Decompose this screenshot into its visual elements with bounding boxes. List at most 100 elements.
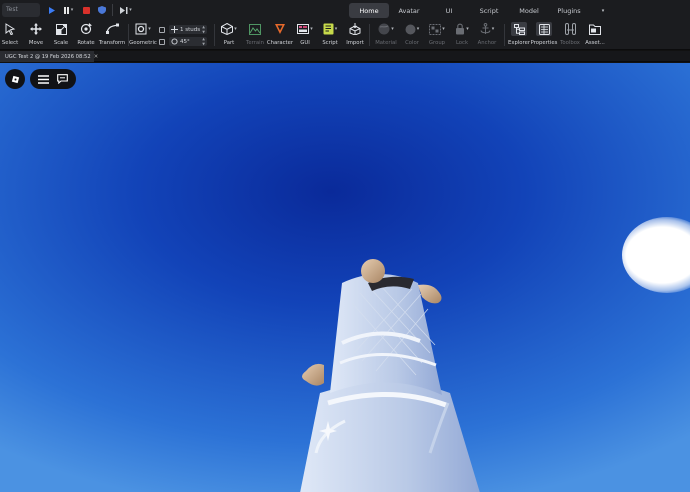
document-tab-title: UGC Test 2 @ 19 Feb 2026 08:52 — [5, 53, 91, 60]
ribbon-toolbar: Select Move Scale Rotate Transform ▾ Geo… — [0, 20, 690, 50]
script-label: Script — [322, 40, 338, 46]
move-arrows-icon — [30, 23, 42, 35]
lock-label: Lock — [455, 40, 469, 46]
roblox-menu-button[interactable] — [5, 69, 25, 89]
asset-folder-icon — [589, 24, 601, 35]
snap-move-value: 1 studs — [180, 26, 201, 33]
tabs-overflow-chevron-icon[interactable]: ▾ — [589, 3, 617, 18]
stop-button[interactable] — [82, 5, 91, 15]
client-server-button[interactable] — [97, 5, 106, 15]
shield-icon — [97, 6, 106, 14]
tab-script[interactable]: Script — [469, 3, 509, 18]
lock-tool[interactable]: ▾ Lock — [452, 22, 472, 46]
tab-plugins[interactable]: Plugins — [549, 3, 589, 18]
step-forward-icon — [120, 6, 128, 14]
explorer-tree-icon — [513, 23, 525, 35]
import-tool[interactable]: Import — [346, 22, 364, 46]
transform-label: Transform — [98, 40, 126, 46]
close-icon[interactable]: ✕ — [94, 54, 99, 60]
chevron-down-icon: ▾ — [466, 26, 469, 32]
chevron-down-icon: ▾ — [234, 26, 237, 32]
search-input[interactable]: Test — [2, 3, 40, 17]
anchor-icon — [480, 23, 491, 34]
transform-tool[interactable]: Transform — [99, 22, 125, 46]
sun — [622, 217, 690, 293]
avatar-character[interactable] — [290, 253, 490, 492]
terrain-tool[interactable]: Terrain — [245, 22, 265, 46]
stepper-arrows-icon[interactable]: ▲ ▼ — [202, 25, 205, 34]
gui-tool[interactable]: ▾ GUI — [295, 22, 315, 46]
move-label: Move — [28, 40, 44, 46]
move-tool[interactable]: Move — [28, 22, 44, 46]
scale-label: Scale — [53, 40, 69, 46]
snap-move-field[interactable]: 1 studs ▲ ▼ — [169, 25, 207, 34]
material-sphere-icon — [378, 23, 390, 35]
menu-bar: Test ▾ ▾ Home Avatar UI Script Model Plu… — [0, 0, 690, 20]
document-tab[interactable]: UGC Test 2 @ 19 Feb 2026 08:52 ✕ — [0, 51, 98, 62]
step-button[interactable]: ▾ — [118, 5, 134, 15]
rotate-tool[interactable]: Rotate — [77, 22, 95, 46]
script-icon — [323, 23, 334, 35]
pause-icon — [63, 6, 69, 14]
scale-icon — [55, 23, 67, 35]
material-label: Material — [375, 40, 397, 46]
snap-rotate-checkbox[interactable] — [159, 38, 165, 45]
tab-ui[interactable]: UI — [429, 3, 469, 18]
anchor-label: Anchor — [477, 40, 497, 46]
explorer-label: Explorer — [507, 40, 531, 46]
terrain-icon — [249, 23, 261, 35]
pause-button[interactable]: ▾ — [61, 5, 75, 15]
snap-rotate-field[interactable]: 45° ▲ ▼ — [169, 37, 207, 46]
ribbon-divider — [369, 24, 370, 46]
lock-icon — [456, 23, 465, 35]
play-icon — [48, 6, 55, 14]
stepper-arrows-icon[interactable]: ▲ ▼ — [202, 37, 205, 46]
group-tool[interactable]: ▾ Group — [427, 22, 447, 46]
anchor-tool[interactable]: ▾ Anchor — [477, 22, 497, 46]
part-cube-icon — [221, 23, 234, 35]
cursor-arrow-icon — [5, 23, 15, 35]
color-swatch-icon — [405, 24, 416, 34]
geometric-tool[interactable]: ▾ Geometric — [129, 22, 157, 46]
ribbon-divider — [504, 24, 505, 46]
chat-icon[interactable] — [57, 74, 68, 84]
character-label: Character — [266, 40, 294, 46]
roblox-logo-icon — [11, 75, 19, 83]
ribbon-tabs: Home Avatar UI Script Model Plugins ▾ — [349, 3, 617, 18]
game-viewport[interactable] — [0, 63, 690, 492]
asset-manager-tool[interactable]: Asset... — [584, 22, 606, 46]
part-label: Part — [223, 40, 235, 46]
menubar-divider — [112, 4, 113, 16]
properties-tool[interactable]: Properties — [530, 22, 558, 46]
script-tool[interactable]: ▾ Script — [320, 22, 340, 46]
chevron-down-icon: ▾ — [129, 7, 132, 13]
explorer-tool[interactable]: Explorer — [507, 22, 531, 46]
color-label: Color — [405, 40, 419, 46]
chevron-down-icon: ▾ — [310, 26, 313, 32]
toolbox-tool[interactable]: Toolbox — [559, 22, 581, 46]
ribbon-divider — [214, 24, 215, 46]
topbar-controls — [30, 69, 76, 89]
geometric-pivot-icon — [135, 23, 147, 35]
rotate-icon — [80, 23, 92, 35]
tab-home[interactable]: Home — [349, 3, 389, 18]
scale-tool[interactable]: Scale — [53, 22, 69, 46]
material-tool[interactable]: ▾ Material — [375, 22, 397, 46]
color-tool[interactable]: ▾ Color — [402, 22, 422, 46]
snap-move-checkbox[interactable] — [159, 26, 165, 33]
tab-model[interactable]: Model — [509, 3, 549, 18]
chevron-down-icon: ▾ — [416, 26, 420, 32]
play-button[interactable] — [47, 5, 55, 15]
chevron-down-icon: ▾ — [491, 26, 495, 32]
properties-label: Properties — [530, 40, 558, 46]
chevron-down-icon: ▾ — [442, 26, 445, 32]
tab-avatar[interactable]: Avatar — [389, 3, 429, 18]
asset-manager-label: Asset... — [585, 40, 605, 46]
transform-icon — [105, 23, 119, 34]
character-tool[interactable]: Character — [266, 22, 294, 46]
part-tool[interactable]: ▾ Part — [219, 22, 239, 46]
hamburger-menu-icon[interactable] — [38, 74, 49, 84]
stop-icon — [83, 6, 90, 14]
select-tool[interactable]: Select — [2, 22, 18, 46]
import-cube-icon — [349, 23, 361, 35]
